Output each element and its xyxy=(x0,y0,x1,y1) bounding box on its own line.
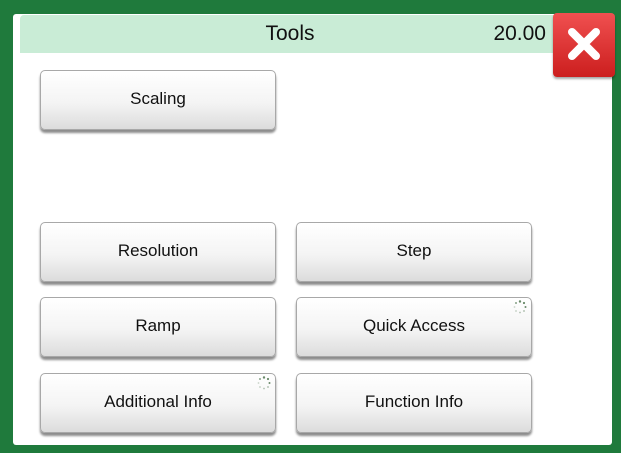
step-button[interactable]: Step xyxy=(296,222,532,282)
function-info-button[interactable]: Function Info xyxy=(296,373,532,433)
quick-access-button[interactable]: Quick Access xyxy=(296,297,532,357)
close-icon xyxy=(568,28,600,60)
additional-info-button[interactable]: Additional Info xyxy=(40,373,276,433)
scaling-button[interactable]: Scaling xyxy=(40,70,276,130)
page-title: Tools xyxy=(265,22,315,45)
close-button[interactable] xyxy=(553,13,615,77)
function-info-label: Function Info xyxy=(364,392,464,411)
quick-access-label: Quick Access xyxy=(362,316,466,335)
value-readout: 20.00 xyxy=(493,22,546,45)
resolution-label: Resolution xyxy=(117,241,199,260)
resolution-button[interactable]: Resolution xyxy=(40,222,276,282)
loading-spinner-icon xyxy=(257,376,271,390)
scaling-label: Scaling xyxy=(130,89,186,108)
title-bar: Tools 20.00 xyxy=(20,15,560,53)
loading-spinner-icon xyxy=(513,300,527,314)
step-label: Step xyxy=(396,241,432,260)
additional-info-label: Additional Info xyxy=(104,392,212,411)
ramp-label: Ramp xyxy=(135,316,181,335)
ramp-button[interactable]: Ramp xyxy=(40,297,276,357)
